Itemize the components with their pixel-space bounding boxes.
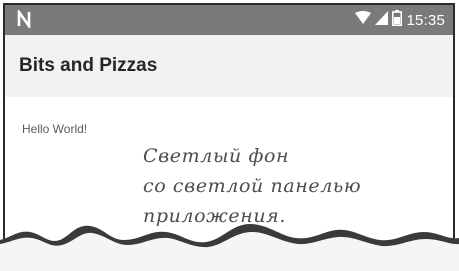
- battery-icon: [392, 9, 403, 31]
- app-bar: Bits and Pizzas: [5, 35, 453, 97]
- torn-paper-edge: [0, 224, 459, 271]
- status-time: 15:35: [406, 11, 445, 29]
- annotation-line: со светлой панелью: [143, 175, 362, 197]
- hello-text: Hello World!: [22, 122, 88, 136]
- annotation-line: Светлый фон: [143, 145, 290, 167]
- android-n-icon: [17, 7, 33, 31]
- cell-signal-icon: [375, 10, 389, 30]
- status-bar: 15:35: [5, 5, 453, 35]
- app-title: Bits and Pizzas: [19, 55, 158, 76]
- wifi-icon: [355, 10, 372, 30]
